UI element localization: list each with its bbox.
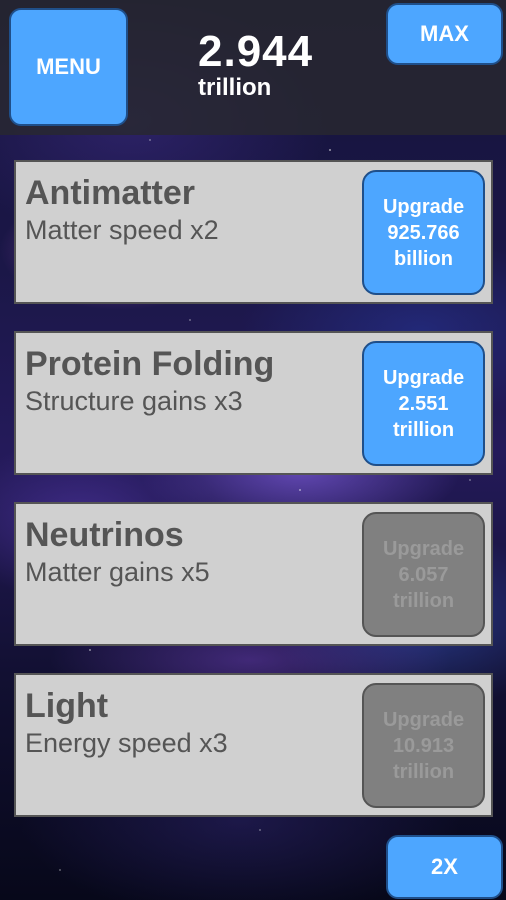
upgrade-description: Matter gains x5	[25, 557, 210, 587]
upgrade-cost-unit: trillion	[392, 589, 455, 612]
upgrade-button[interactable]: Upgrade 925.766 billion	[362, 170, 485, 295]
upgrade-card-neutrinos: Neutrinos Matter gains x5 Upgrade 6.057 …	[14, 502, 493, 646]
currency-value: 2.944	[198, 27, 314, 76]
upgrade-title: Light	[25, 687, 109, 725]
multiplier-2x-button[interactable]: 2X	[386, 835, 503, 899]
upgrade-cost-unit: trillion	[392, 760, 455, 783]
upgrade-button-disabled[interactable]: Upgrade 10.913 trillion	[362, 683, 485, 808]
currency-display: 2.944 trillion	[198, 30, 313, 100]
upgrade-description: Matter speed x2	[25, 215, 219, 245]
upgrade-description: Structure gains x3	[25, 386, 243, 416]
upgrade-description: Energy speed x3	[25, 728, 228, 758]
upgrade-button[interactable]: Upgrade 2.551 trillion	[362, 341, 485, 466]
upgrade-card-antimatter: Antimatter Matter speed x2 Upgrade 925.7…	[14, 160, 493, 304]
upgrade-button-label: Upgrade	[382, 708, 465, 731]
upgrade-button-label: Upgrade	[382, 366, 465, 389]
upgrade-card-protein-folding: Protein Folding Structure gains x3 Upgra…	[14, 331, 493, 475]
upgrade-cost-value: 925.766	[387, 221, 460, 244]
currency-unit: trillion	[198, 74, 272, 101]
upgrade-cost-value: 10.913	[392, 734, 455, 757]
top-bar: MENU 2.944 trillion MAX	[0, 0, 506, 135]
upgrade-cost-unit: trillion	[392, 418, 455, 441]
upgrade-button-label: Upgrade	[382, 195, 465, 218]
upgrade-title: Antimatter	[25, 174, 196, 212]
menu-button[interactable]: MENU	[9, 8, 128, 126]
upgrade-button-label: Upgrade	[382, 537, 465, 560]
upgrade-cost-value: 6.057	[398, 563, 449, 586]
upgrade-cost-value: 2.551	[398, 392, 449, 415]
upgrade-cost-unit: billion	[394, 247, 453, 270]
upgrade-title: Protein Folding	[25, 345, 275, 383]
max-button[interactable]: MAX	[386, 3, 503, 65]
upgrade-button-disabled[interactable]: Upgrade 6.057 trillion	[362, 512, 485, 637]
upgrade-title: Neutrinos	[25, 516, 184, 554]
upgrade-card-light: Light Energy speed x3 Upgrade 10.913 tri…	[14, 673, 493, 817]
